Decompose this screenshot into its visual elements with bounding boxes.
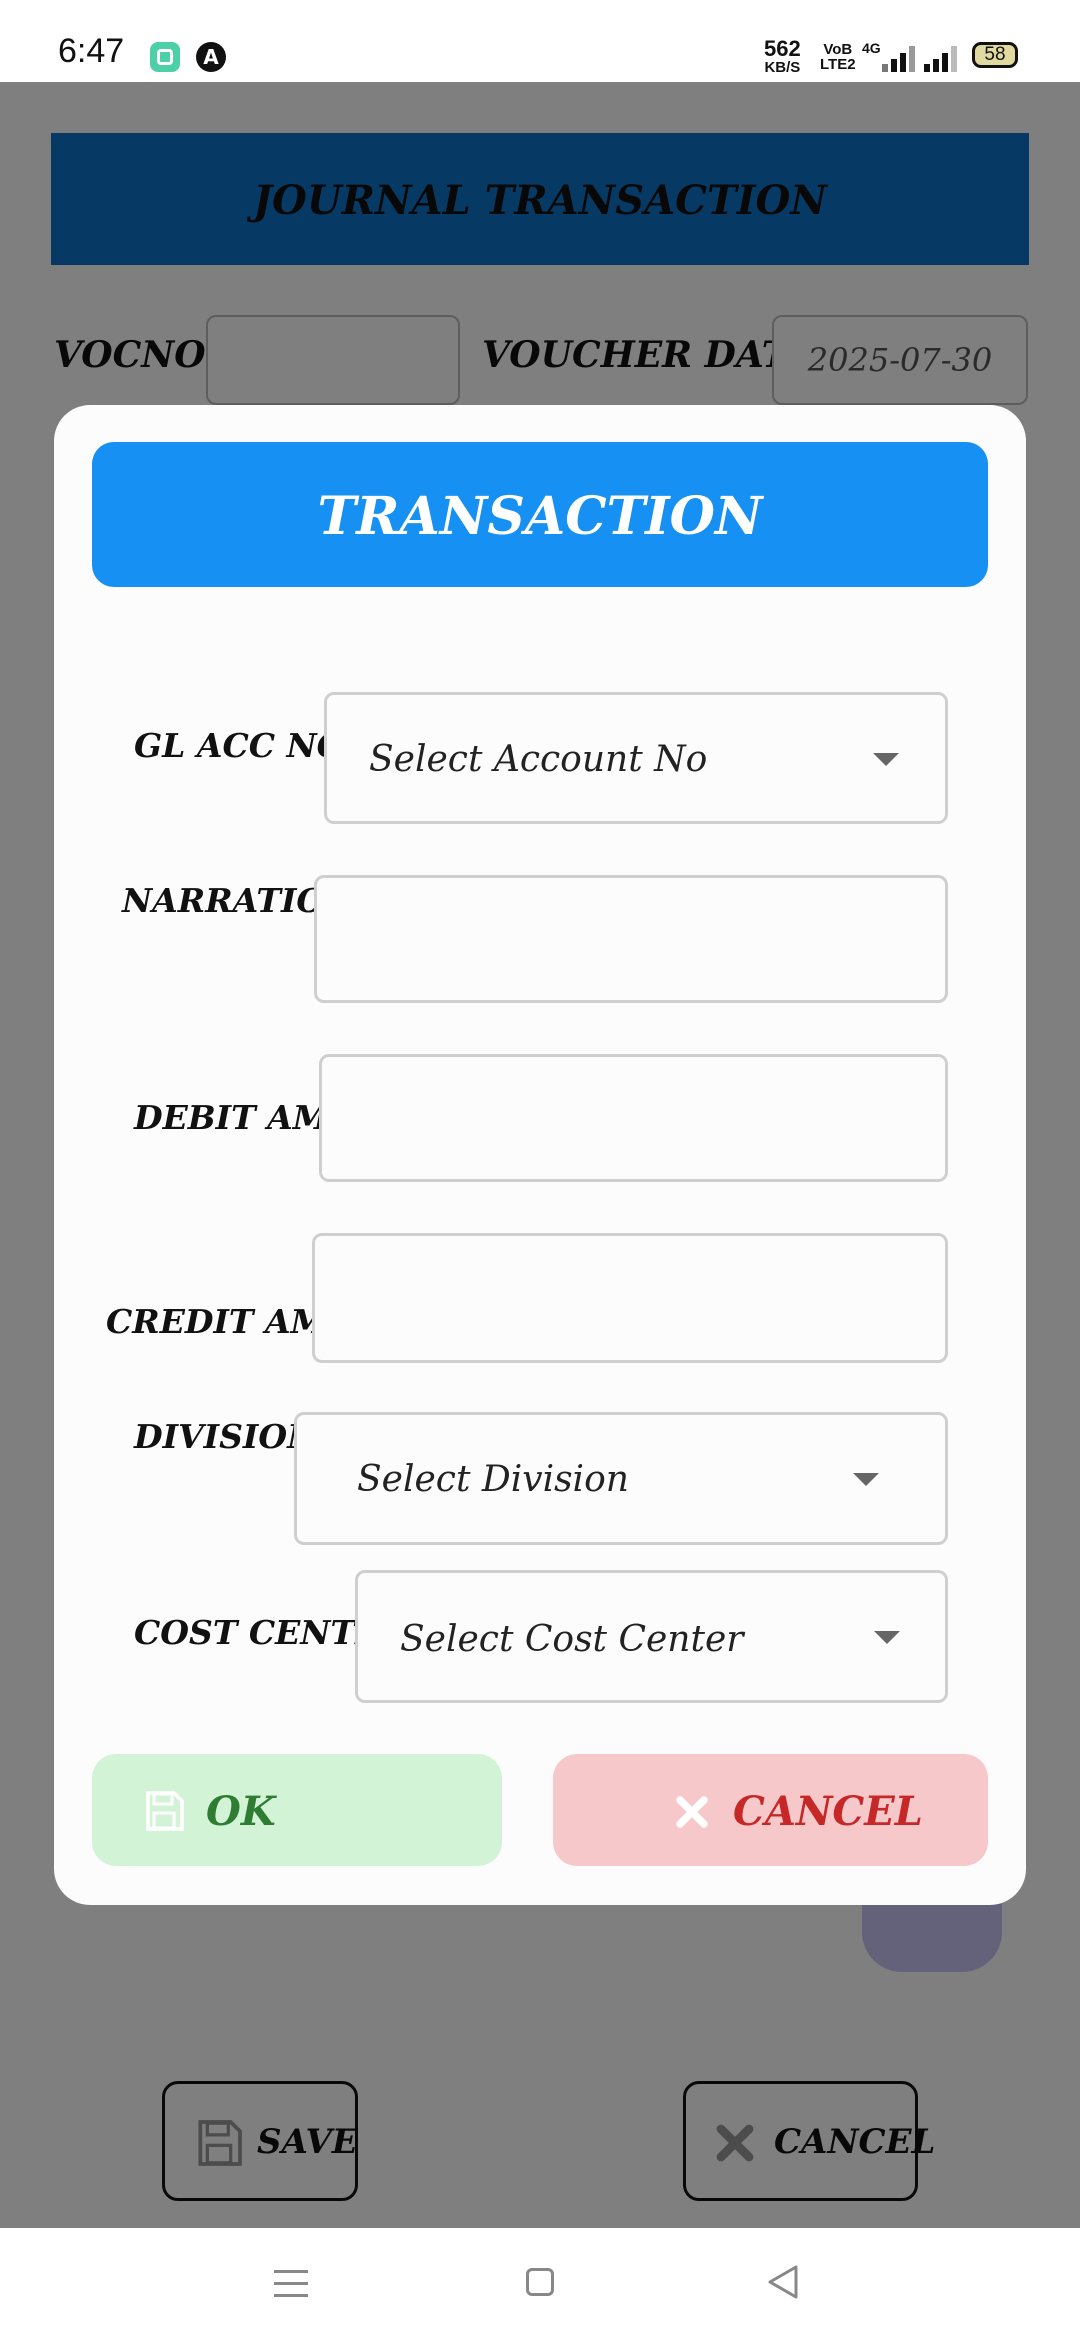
- gl-account-select[interactable]: Select Account No: [324, 692, 948, 824]
- home-icon[interactable]: [526, 2268, 554, 2296]
- battery-icon: 58: [972, 42, 1018, 68]
- close-icon: [676, 1796, 708, 1828]
- network-speed: 562 KB/S: [764, 36, 801, 76]
- narration-input[interactable]: [314, 875, 948, 1003]
- chevron-down-icon: [853, 1473, 879, 1486]
- save-icon: [146, 1791, 184, 1831]
- signal-icon: [876, 46, 920, 72]
- dialog-header: TRANSACTION: [92, 442, 988, 587]
- signal-icon-2: [922, 46, 966, 72]
- division-select[interactable]: Select Division: [294, 1412, 948, 1545]
- gl-account-placeholder: Select Account No: [369, 739, 708, 780]
- dialog-title: TRANSACTION: [317, 486, 763, 547]
- cost-center-placeholder: Select Cost Center: [400, 1619, 744, 1660]
- dialog-cancel-button[interactable]: CANCEL: [553, 1754, 988, 1866]
- chevron-down-icon: [873, 753, 899, 766]
- ok-button[interactable]: OK: [92, 1754, 502, 1866]
- back-icon[interactable]: [766, 2264, 800, 2300]
- app-a-icon: A: [196, 42, 226, 72]
- dialog-cancel-button-label: CANCEL: [733, 1788, 923, 1835]
- debit-amount-input[interactable]: [319, 1054, 948, 1182]
- menu-icon[interactable]: [274, 2270, 308, 2306]
- app-notification-icon: [150, 42, 180, 72]
- chevron-down-icon: [874, 1631, 900, 1644]
- system-nav-bar: [0, 2228, 1080, 2340]
- status-time: 6:47: [58, 32, 125, 70]
- cost-center-select[interactable]: Select Cost Center: [355, 1570, 948, 1703]
- credit-amount-input[interactable]: [312, 1233, 948, 1363]
- status-bar: 6:47 A 562 KB/S VoB LTE2 4G 58: [0, 0, 1080, 82]
- ok-button-label: OK: [206, 1788, 276, 1835]
- division-placeholder: Select Division: [357, 1459, 629, 1500]
- volte-indicator: VoB LTE2: [820, 41, 856, 73]
- transaction-dialog: TRANSACTION GL ACC NO : Select Account N…: [54, 405, 1026, 1905]
